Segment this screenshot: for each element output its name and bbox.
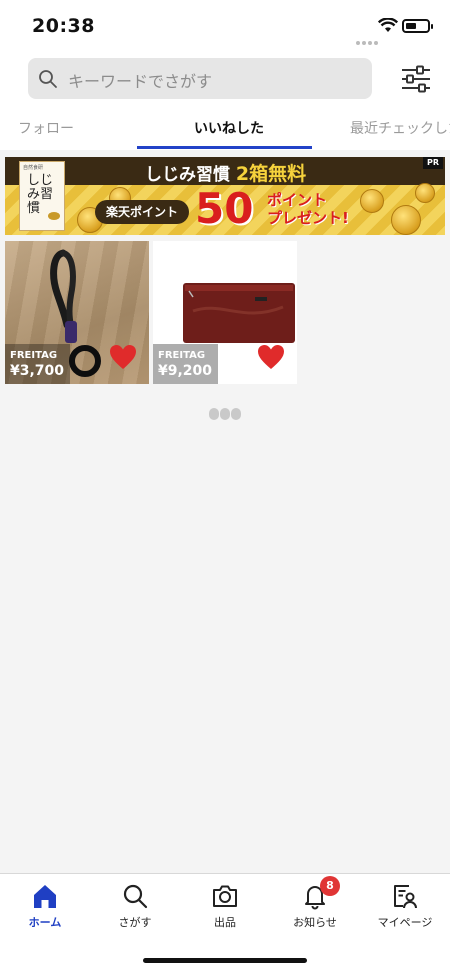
status-bar: 20:38 [0,0,450,54]
product-box-image: 自然食研 しじみ習慣 [19,161,65,231]
heart-icon[interactable] [257,344,285,370]
tab-liked[interactable]: いいねした [194,118,264,138]
battery-icon [402,19,433,33]
tab-mypage-label: マイページ [377,916,433,929]
banner-points-text: ポイント プレゼント! [267,191,349,227]
tab-indicator [137,146,312,149]
loading-indicator [209,405,242,424]
search-input[interactable]: キーワードでさがす [28,58,372,99]
tab-follow[interactable]: フォロー [18,118,74,138]
tab-home-label: ホーム [28,916,62,929]
price-tag: FREITAG ¥9,200 [153,344,219,384]
wifi-icon [378,18,398,32]
item-price: ¥3,700 [10,363,65,379]
notification-badge: 8 [320,876,340,896]
coin-icon [391,205,421,235]
search-icon [39,70,57,88]
item-brand: FREITAG [10,350,58,361]
heart-icon[interactable] [109,344,137,370]
profile-icon [394,885,417,909]
item-card[interactable]: FREITAG ¥3,700 [5,241,149,384]
tab-bar-top: フォロー いいねした 最近チェックした [0,108,450,150]
tab-mypage[interactable]: マイページ [360,882,450,930]
banner-amount: 50 [195,184,254,233]
cellular-signal-icon [356,30,380,49]
header-area: 20:38 キーワードでさがす フォロー いいねした 最近チェックした [0,0,450,150]
tab-search[interactable]: さがす [90,882,180,930]
tab-recently-checked[interactable]: 最近チェックした [350,118,450,138]
tab-notifications-label: お知らせ [293,916,337,929]
item-card[interactable]: FREITAG ¥9,200 [153,241,297,384]
tab-home[interactable]: ホーム [0,882,90,930]
tab-notifications[interactable]: 8 お知らせ [270,876,360,930]
tab-search-label: さがす [118,916,152,929]
filter-settings-button[interactable] [400,65,432,93]
pr-badge: PR [423,157,443,169]
product-box-name: しじみ習慣 [27,173,54,216]
promo-banner[interactable]: 自然食研 しじみ習慣 しじみ習慣 2箱無料 楽天ポイント 50 ポイント プレゼン… [5,157,445,235]
home-icon [34,885,56,908]
camera-icon [213,885,237,907]
price-tag: FREITAG ¥3,700 [5,344,71,384]
status-time: 20:38 [32,15,95,37]
tab-sell-label: 出品 [214,916,236,929]
search-icon [123,884,148,909]
home-indicator [143,958,307,963]
coin-icon [415,183,435,203]
item-brand: FREITAG [158,350,206,361]
tab-sell[interactable]: 出品 [180,882,270,930]
coin-icon [360,189,384,213]
banner-headline: しじみ習慣 2箱無料 [145,163,307,185]
banner-rakuten-point-pill: 楽天ポイント [95,200,189,224]
search-placeholder: キーワードでさがす [68,72,213,91]
item-price: ¥9,200 [158,363,213,379]
